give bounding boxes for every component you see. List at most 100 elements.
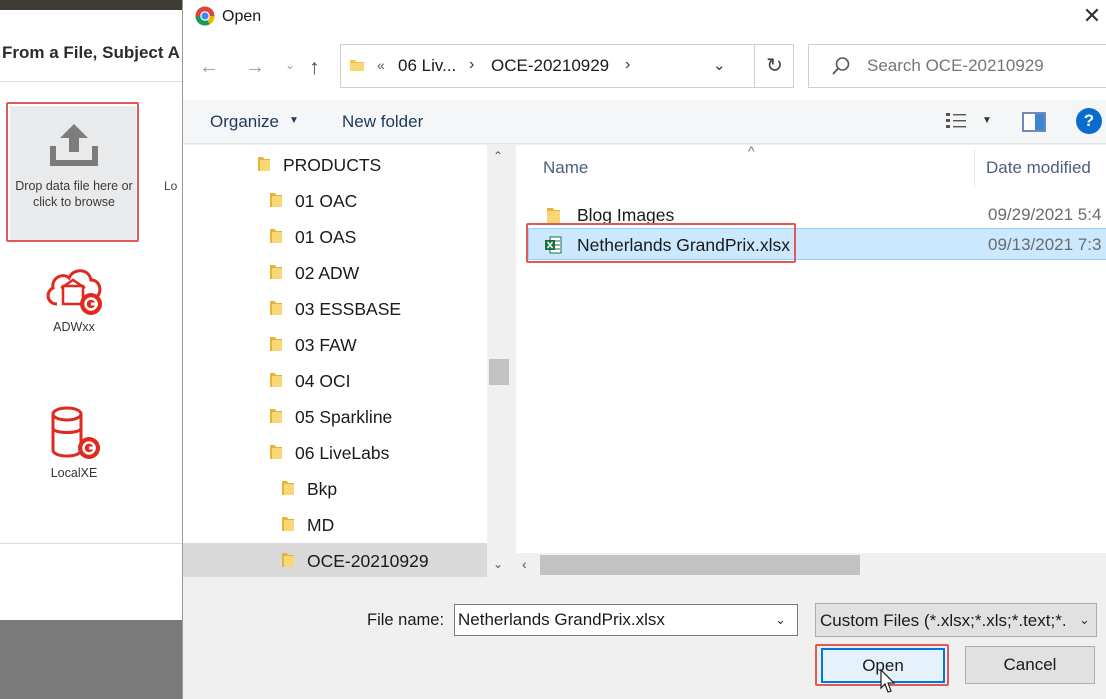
connection-localxe[interactable]: LocalXE	[24, 404, 124, 480]
tree-item[interactable]: PRODUCTS	[183, 147, 487, 181]
folder-icon	[270, 301, 282, 315]
connection-label: ADWxx	[53, 320, 95, 334]
navigation-bar: ← → ⌄ ↑ « 06 Liv... › OCE-20210929 › ⌄ ↻	[183, 34, 1106, 100]
tree-item[interactable]: 01 OAC	[183, 183, 487, 217]
tree-item[interactable]: OCE-20210929	[183, 543, 487, 577]
up-arrow-icon[interactable]: ↑	[309, 56, 320, 80]
command-bar: Organize ▼ New folder ▼ ?	[183, 100, 1106, 144]
horizontal-scrollbar[interactable]: ‹	[516, 553, 1106, 577]
tree-item-label: 06 LiveLabs	[295, 443, 390, 463]
connection-label: LocalXE	[50, 466, 98, 480]
truncated-label: Lo	[164, 179, 178, 193]
chevron-down-icon[interactable]: ⌄	[1079, 612, 1090, 628]
tree-item[interactable]: 05 Sparkline	[183, 399, 487, 433]
file-date: 09/13/2021 7:3	[988, 235, 1102, 254]
background-overlay	[0, 620, 182, 699]
search-input[interactable]	[867, 54, 1097, 78]
scrollbar-thumb[interactable]	[489, 359, 509, 385]
scrollbar-thumb[interactable]	[540, 555, 860, 575]
scroll-left-icon[interactable]: ‹	[522, 556, 527, 572]
column-divider[interactable]	[974, 149, 975, 187]
caret-down-icon[interactable]: ▼	[289, 115, 299, 126]
annotation-highlight	[526, 223, 796, 263]
vertical-scrollbar[interactable]: ⌃ ⌄	[487, 145, 511, 577]
overflow-chevron-icon[interactable]: «	[377, 57, 385, 73]
tree-item[interactable]: 02 ADW	[183, 255, 487, 289]
tree-item[interactable]: 03 FAW	[183, 327, 487, 361]
folder-icon	[270, 193, 282, 207]
view-options-icon[interactable]	[945, 111, 967, 131]
caret-down-icon[interactable]: ▼	[982, 115, 992, 126]
mouse-cursor-icon	[880, 668, 896, 693]
preview-pane-icon[interactable]	[1022, 112, 1046, 132]
tree-item-label: 02 ADW	[295, 263, 360, 283]
column-header-date-modified[interactable]: Date modified	[986, 158, 1091, 178]
scroll-down-icon[interactable]: ⌄	[493, 557, 503, 571]
folder-icon	[270, 409, 282, 423]
scroll-up-icon[interactable]: ⌃	[493, 149, 503, 163]
folder-icon	[270, 373, 282, 387]
help-button[interactable]: ?	[1076, 108, 1102, 134]
section-title: From a File, Subject A	[2, 43, 180, 62]
file-date: 09/29/2021 5:4	[988, 205, 1102, 224]
tree-item-label: 01 OAS	[295, 227, 357, 247]
tree-item-label: 03 FAW	[295, 335, 357, 355]
folder-icon	[282, 553, 294, 567]
divider	[0, 81, 182, 82]
chevron-down-icon[interactable]: ⌄	[775, 612, 786, 628]
new-folder-button[interactable]: New folder	[342, 112, 423, 132]
tree-item[interactable]: 01 OAS	[183, 219, 487, 253]
organize-button[interactable]: Organize	[210, 112, 279, 132]
tree-item-label: 04 OCI	[295, 371, 351, 391]
background-header-strip	[0, 0, 182, 10]
tree-item[interactable]: 04 OCI	[183, 363, 487, 397]
tree-item[interactable]: 03 ESSBASE	[183, 291, 487, 325]
folder-icon	[258, 157, 270, 171]
refresh-button[interactable]: ↻	[754, 45, 794, 87]
chevron-down-icon[interactable]: ⌄	[285, 58, 295, 72]
forward-arrow-icon[interactable]: →	[245, 56, 265, 79]
file-name-combobox[interactable]: ⌄	[454, 604, 798, 636]
breadcrumb-separator-icon[interactable]: ›	[469, 56, 474, 74]
folder-icon	[270, 445, 282, 459]
column-header-name[interactable]: Name	[543, 158, 588, 178]
tree-item-label: 01 OAC	[295, 191, 358, 211]
folder-icon	[282, 481, 294, 495]
folder-icon	[547, 208, 560, 223]
connection-adwxx[interactable]: ADWxx	[24, 264, 124, 334]
tree-item[interactable]: Bkp	[183, 471, 487, 505]
tree-item[interactable]: 06 LiveLabs	[183, 435, 487, 469]
folder-icon	[270, 265, 282, 279]
file-type-select[interactable]: Custom Files (*.xlsx;*.xls;*.text;*. ⌄	[815, 603, 1097, 637]
close-button[interactable]: ✕	[1079, 3, 1105, 29]
annotation-highlight	[6, 102, 139, 242]
breadcrumb-separator-icon[interactable]: ›	[625, 56, 630, 74]
tree-item[interactable]: MD	[183, 507, 487, 541]
file-type-value: Custom Files (*.xlsx;*.xls;*.text;*.	[820, 611, 1067, 630]
tree-item-label: MD	[307, 515, 335, 535]
tree-item-label: OCE-20210929	[307, 551, 429, 571]
cancel-button[interactable]: Cancel	[965, 646, 1095, 684]
folder-icon	[270, 229, 282, 243]
file-name-label: File name:	[367, 611, 445, 629]
search-box[interactable]	[808, 44, 1106, 88]
address-bar[interactable]: « 06 Liv... › OCE-20210929 › ⌄ ↻	[340, 44, 794, 88]
file-name-input[interactable]	[458, 609, 758, 631]
search-icon	[832, 57, 850, 75]
sort-ascending-icon: ^	[748, 145, 755, 159]
breadcrumb-segment[interactable]: OCE-20210929	[491, 56, 609, 76]
dialog-titlebar: Open ✕	[183, 0, 1106, 34]
navigation-pane: PRODUCTS 01 OAC 01 OAS 02 ADW 03 ESSBASE 03 F…	[183, 145, 511, 577]
dialog-title: Open	[222, 8, 262, 25]
divider	[0, 543, 182, 544]
background-app: From a File, Subject A Drop data file he…	[0, 0, 182, 699]
breadcrumb-segment[interactable]: 06 Liv...	[398, 56, 456, 76]
folder-icon	[270, 337, 282, 351]
tree-item-label: PRODUCTS	[283, 155, 382, 175]
back-arrow-icon[interactable]: ←	[199, 56, 219, 79]
chevron-down-icon[interactable]: ⌄	[713, 56, 726, 74]
open-file-dialog: Open ✕ ← → ⌄ ↑ « 06 Liv... › OCE-2021092…	[182, 0, 1106, 699]
chrome-icon	[195, 6, 215, 26]
cloud-database-icon	[46, 269, 102, 315]
folder-icon	[282, 517, 294, 531]
